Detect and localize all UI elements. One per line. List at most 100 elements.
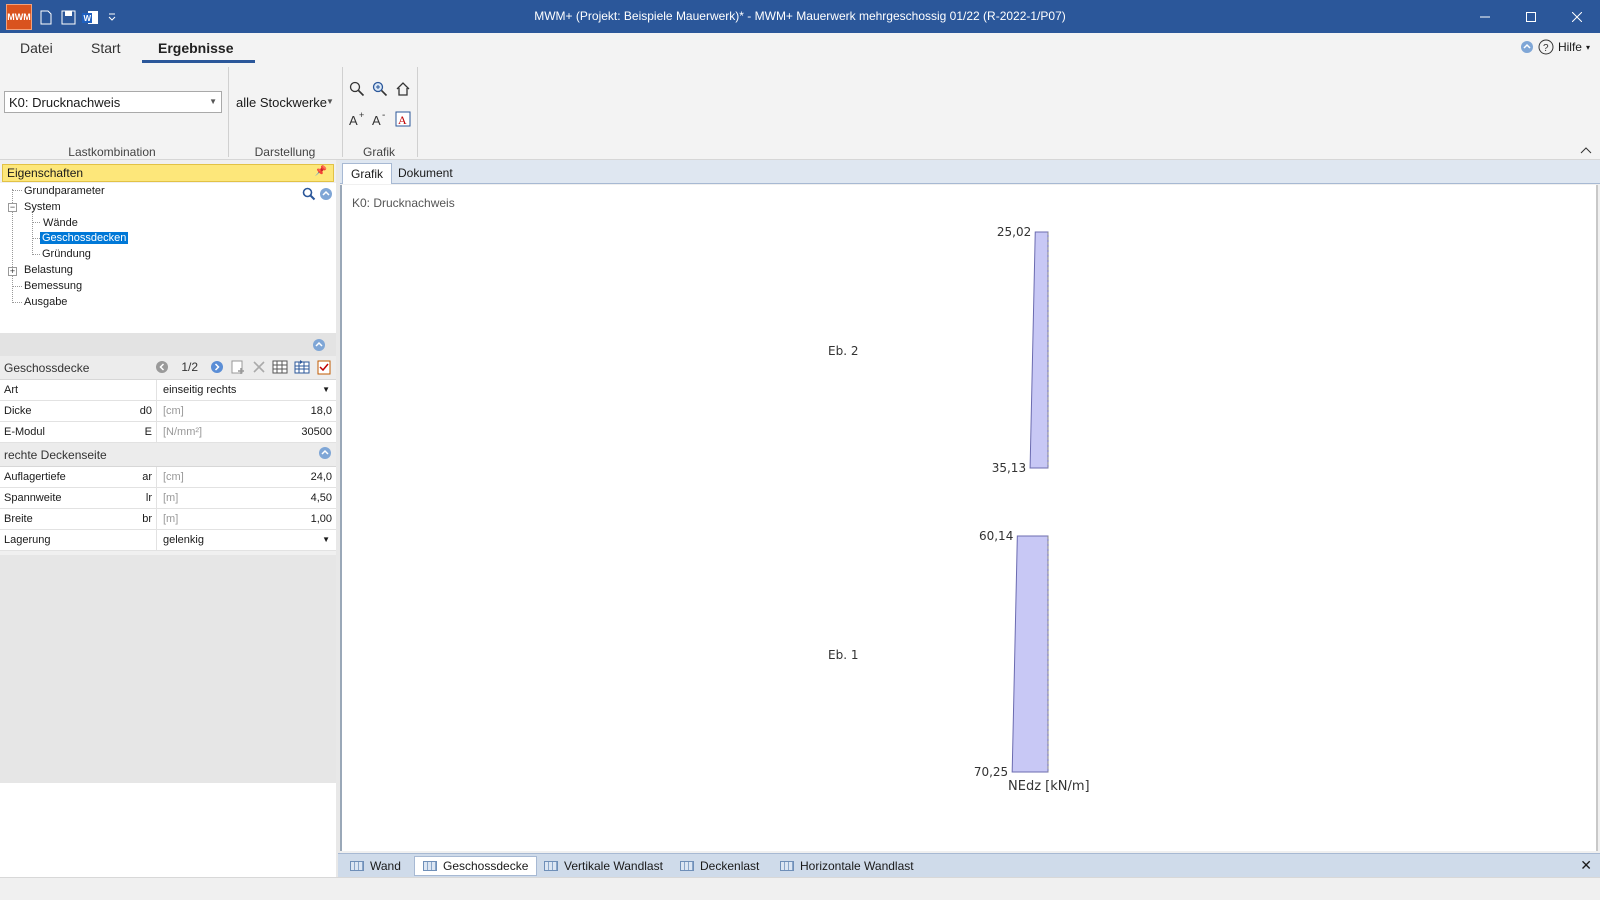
pin-icon[interactable]: 📌	[315, 166, 327, 177]
record-navigator: 1/2	[155, 359, 332, 375]
zoom-icon[interactable]	[347, 79, 367, 99]
tree-item-gruendung[interactable]: Gründung	[42, 248, 91, 260]
auflagertiefe-input[interactable]: 24,0	[311, 471, 332, 483]
delete-record-icon[interactable]	[252, 360, 266, 374]
tree-item-geschossdecken[interactable]: Geschossdecken	[40, 232, 129, 244]
window-controls	[1462, 0, 1600, 33]
table-edit-icon[interactable]	[294, 359, 310, 375]
home-view-icon[interactable]	[393, 79, 413, 99]
next-icon[interactable]	[210, 360, 224, 374]
bottom-tab-geschossdecke[interactable]: Geschossdecke	[414, 856, 538, 876]
value-label-top: 25,02	[997, 225, 1031, 239]
property-symbol: br	[142, 513, 152, 525]
bottom-tab-deckenlast[interactable]: Deckenlast	[672, 856, 767, 876]
lastkombination-select[interactable]: K0: Drucknachweis ▼	[4, 91, 222, 113]
property-row-dicke[interactable]: Dicke d0 [cm] 18,0	[0, 401, 336, 422]
tab-label: Deckenlast	[700, 859, 760, 873]
status-bar	[0, 877, 1600, 900]
graphics-canvas[interactable]: K0: Drucknachweis 25,02 35,13 Eb. 2 60,14 70…	[340, 185, 1598, 851]
tree-item-system[interactable]: System	[24, 201, 61, 213]
table-icon	[544, 861, 558, 871]
search-icon[interactable]	[302, 187, 316, 204]
level-label: Eb. 1	[828, 648, 858, 662]
section-title: rechte Deckenseite	[4, 448, 107, 462]
column-divider	[156, 530, 157, 551]
property-row-art[interactable]: Art einseitig rechts ▼	[0, 380, 336, 401]
close-button[interactable]	[1554, 0, 1600, 33]
property-row-breite[interactable]: Breite br [m] 1,00	[0, 509, 336, 530]
property-unit: [m]	[163, 492, 179, 504]
property-symbol: E	[144, 426, 152, 438]
lagerung-select[interactable]: gelenkig	[163, 534, 204, 546]
expand-icon[interactable]: +	[8, 267, 17, 276]
column-divider	[156, 380, 157, 401]
tree-guide	[12, 190, 22, 191]
bottom-tabs: Wand Geschossdecke Vertikale Wandlast De…	[338, 853, 1600, 877]
bottom-tab-vertikale-wandlast[interactable]: Vertikale Wandlast	[536, 856, 671, 876]
close-panel-icon[interactable]: ✕	[1580, 857, 1592, 874]
darstellung-dropdown[interactable]: alle Stockwerke	[236, 95, 327, 110]
property-symbol: lr	[145, 492, 152, 504]
collapse-icon[interactable]: −	[8, 203, 17, 212]
group-label-grafik: Grafik	[362, 145, 395, 159]
zoom-window-icon[interactable]	[370, 79, 390, 99]
property-label: Spannweite	[4, 492, 62, 504]
property-label: Art	[4, 384, 19, 396]
svg-text:?: ?	[1543, 43, 1549, 54]
value-label-bottom: 35,13	[992, 461, 1026, 475]
menu-bar: Datei Start Ergebnisse ? Hilfe ▾	[0, 33, 1600, 63]
property-row-spannweite[interactable]: Spannweite lr [m] 4,50	[0, 488, 336, 509]
tree-item-grundparameter[interactable]: Grundparameter	[24, 185, 105, 197]
tree-guide	[32, 254, 40, 255]
table-icon	[780, 861, 794, 871]
dicke-input[interactable]: 18,0	[311, 405, 332, 417]
bottom-tab-horizontale-wandlast[interactable]: Horizontale Wandlast	[772, 856, 922, 876]
help-dropdown-icon[interactable]: ▾	[1586, 43, 1590, 52]
chevron-down-icon[interactable]: ▼	[322, 535, 330, 544]
property-unit: [cm]	[163, 471, 184, 483]
properties-tree: Grundparameter − System Wände Geschossde…	[0, 183, 336, 333]
checklist-icon[interactable]	[316, 359, 332, 375]
font-larger-icon[interactable]: A +	[347, 109, 367, 129]
art-select[interactable]: einseitig rechts	[163, 384, 236, 396]
add-record-icon[interactable]	[230, 359, 246, 375]
group-label-darstellung: Darstellung	[254, 145, 316, 159]
minimize-button[interactable]	[1462, 0, 1508, 33]
ribbon-collapse-icon[interactable]	[1580, 143, 1592, 157]
column-divider	[156, 467, 157, 488]
property-row-emodul[interactable]: E-Modul E [N/mm²] 30500	[0, 422, 336, 443]
property-label: Breite	[4, 513, 33, 525]
tree-item-waende[interactable]: Wände	[43, 217, 78, 229]
help-icon[interactable]: ?	[1538, 39, 1554, 55]
property-row-auflagertiefe[interactable]: Auflagertiefe ar [cm] 24,0	[0, 467, 336, 488]
chevron-down-icon[interactable]: ▼	[326, 97, 334, 106]
collapse-section-icon[interactable]	[318, 446, 332, 460]
tree-item-ausgabe[interactable]: Ausgabe	[24, 296, 67, 308]
property-row-lagerung[interactable]: Lagerung gelenkig ▼	[0, 530, 336, 551]
collapse-ribbon-icon[interactable]	[1520, 40, 1534, 54]
table-icon[interactable]	[272, 359, 288, 375]
tab-start[interactable]: Start	[91, 40, 121, 56]
font-settings-icon[interactable]: A	[393, 109, 413, 129]
tab-datei[interactable]: Datei	[20, 40, 53, 56]
emodul-input[interactable]: 30500	[301, 426, 332, 438]
breite-input[interactable]: 1,00	[311, 513, 332, 525]
help-label[interactable]: Hilfe	[1558, 40, 1582, 54]
section-controls	[318, 446, 332, 460]
collapse-section-icon[interactable]	[312, 338, 326, 355]
font-smaller-icon[interactable]: A-	[370, 109, 390, 129]
tab-ergebnisse[interactable]: Ergebnisse	[158, 40, 233, 56]
collapse-tree-icon[interactable]	[319, 187, 333, 204]
chevron-down-icon[interactable]: ▼	[322, 385, 330, 394]
tab-dokument[interactable]: Dokument	[390, 163, 461, 184]
tree-item-belastung[interactable]: Belastung	[24, 264, 73, 276]
spannweite-input[interactable]: 4,50	[311, 492, 332, 504]
previous-icon[interactable]	[155, 360, 169, 374]
tab-grafik[interactable]: Grafik	[342, 163, 393, 184]
maximize-button[interactable]	[1508, 0, 1554, 33]
tree-guide	[12, 286, 22, 287]
tree-guide	[32, 238, 40, 239]
bottom-tab-wand[interactable]: Wand	[342, 856, 409, 876]
tree-item-bemessung[interactable]: Bemessung	[24, 280, 82, 292]
ribbon-separator	[417, 67, 418, 157]
